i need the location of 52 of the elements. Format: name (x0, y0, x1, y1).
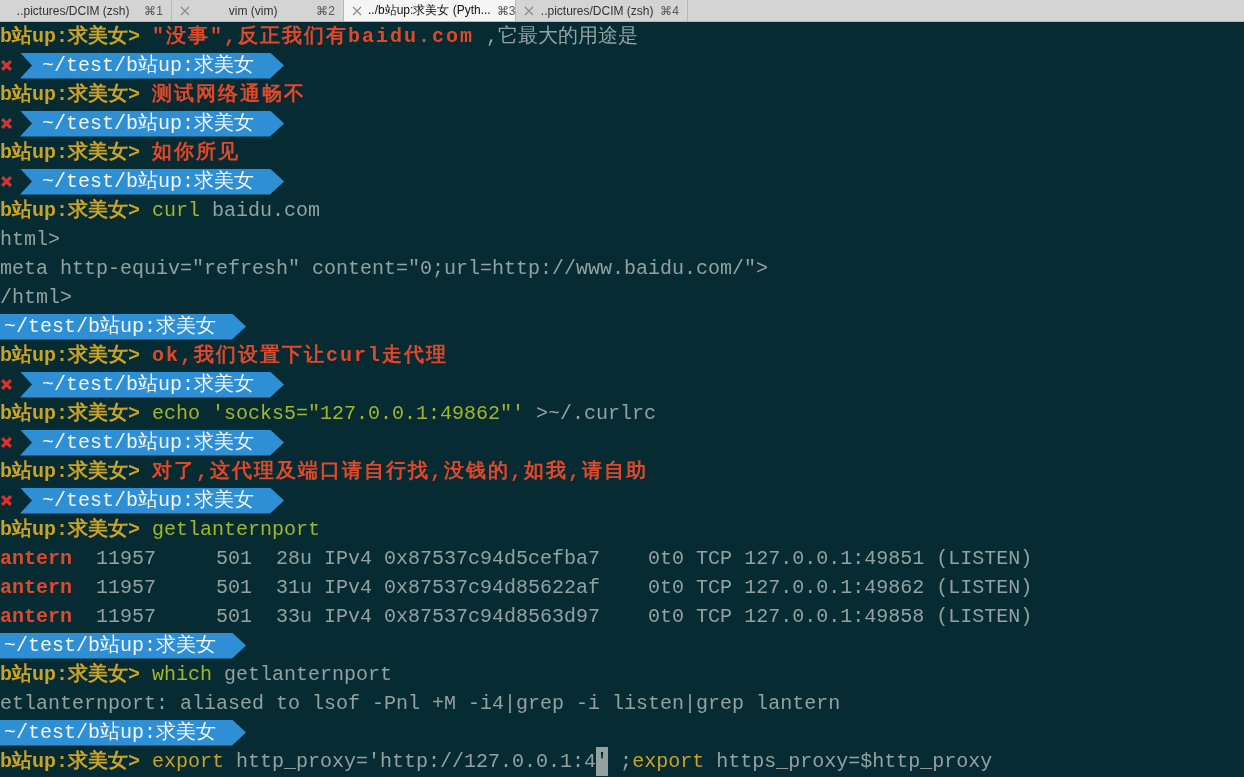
cursor-block: ' (596, 747, 609, 776)
output-text: baidu.com (211, 198, 321, 224)
path-segment: ~/test/b站up:求美女 (20, 110, 285, 137)
path-segment: ~/test/b站up:求美女 (20, 371, 285, 398)
close-icon[interactable] (352, 5, 362, 16)
output-text: 11957 501 31u IPv4 0x87537c94d85622af 0t0 TCP 127.0.0.1:49862 (LISTEN) (95, 575, 1033, 601)
prompt-text: b站up:求美女> (0, 748, 140, 775)
path-segment: ~/test/b站up:求美女 (0, 313, 247, 340)
path-segment: ~/test/b站up:求美女 (20, 52, 285, 79)
command-text: which (152, 662, 213, 688)
process-name: antern (0, 546, 72, 572)
prompt-text: b站up:求美女> (0, 342, 140, 369)
keyword-text: export (152, 749, 225, 775)
prompt-text: b站up:求美女> (0, 458, 140, 485)
prompt-text: b站up:求美女> (0, 400, 140, 427)
close-icon[interactable] (524, 5, 534, 16)
prompt-text: b站up:求美女> (0, 197, 140, 224)
prompt-text: b站up:求美女> (0, 516, 140, 543)
output-text: /html> (0, 285, 72, 311)
output-text: ; (619, 749, 633, 775)
prompt-text: b站up:求美女> (0, 23, 140, 50)
path-segment: ~/test/b站up:求美女 (20, 168, 285, 195)
command-text: echo 'socks5="127.0.0.1:49862"' (152, 401, 525, 427)
prompt-text: b站up:求美女> (0, 139, 140, 166)
tab[interactable]: ../b站up:求美女 (Pyth... ⌘3 (344, 0, 516, 21)
process-name: antern (0, 604, 72, 630)
path-segment: ~/test/b站up:求美女 (20, 487, 285, 514)
command-text: getlanternport (152, 517, 321, 543)
comment-text: ok,我们设置下让curl走代理 (152, 343, 449, 369)
output-text: getlanternport (223, 662, 393, 688)
prompt-text: b站up:求美女> (0, 661, 140, 688)
output-text: >~/.curlrc (535, 401, 657, 427)
comment-text: 对了,这代理及端口请自行找,没钱的,如我,请自助 (152, 459, 649, 485)
output-text: 11957 501 33u IPv4 0x87537c94d8563d97 0t0 TCP 127.0.0.1:49858 (LISTEN) (95, 604, 1033, 630)
output-text: ,它最大的用途是 (485, 24, 639, 50)
output-text: meta http-equiv="refresh" content="0;url=http://www.baidu.com/"> (0, 256, 769, 282)
comment-text: "没事",反正我们有baidu.com (152, 24, 475, 50)
path-segment: ~/test/b站up:求美女 (0, 632, 247, 659)
path-segment: ~/test/b站up:求美女 (20, 429, 285, 456)
output-text: html> (0, 227, 60, 253)
process-name: antern (0, 575, 72, 601)
command-text: curl (152, 198, 201, 224)
output-text: 11957 501 28u IPv4 0x87537c94d5cefba7 0t0 TCP 127.0.0.1:49851 (LISTEN) (95, 546, 1033, 572)
comment-text: 如你所见 (152, 140, 240, 166)
keyword-text: export (632, 749, 705, 775)
prompt-text: b站up:求美女> (0, 81, 140, 108)
output-text: https_proxy=$http_proxy (715, 749, 993, 775)
comment-text: 测试网络通畅不 (152, 82, 306, 108)
output-text: etlanternport: aliased to lsof -Pnl +M -i4|grep -i listen|grep lantern (0, 691, 841, 717)
output-text: http_proxy='http://127.0.0.1:4 (235, 749, 597, 775)
path-segment: ~/test/b站up:求美女 (0, 719, 247, 746)
close-icon[interactable] (180, 5, 190, 16)
